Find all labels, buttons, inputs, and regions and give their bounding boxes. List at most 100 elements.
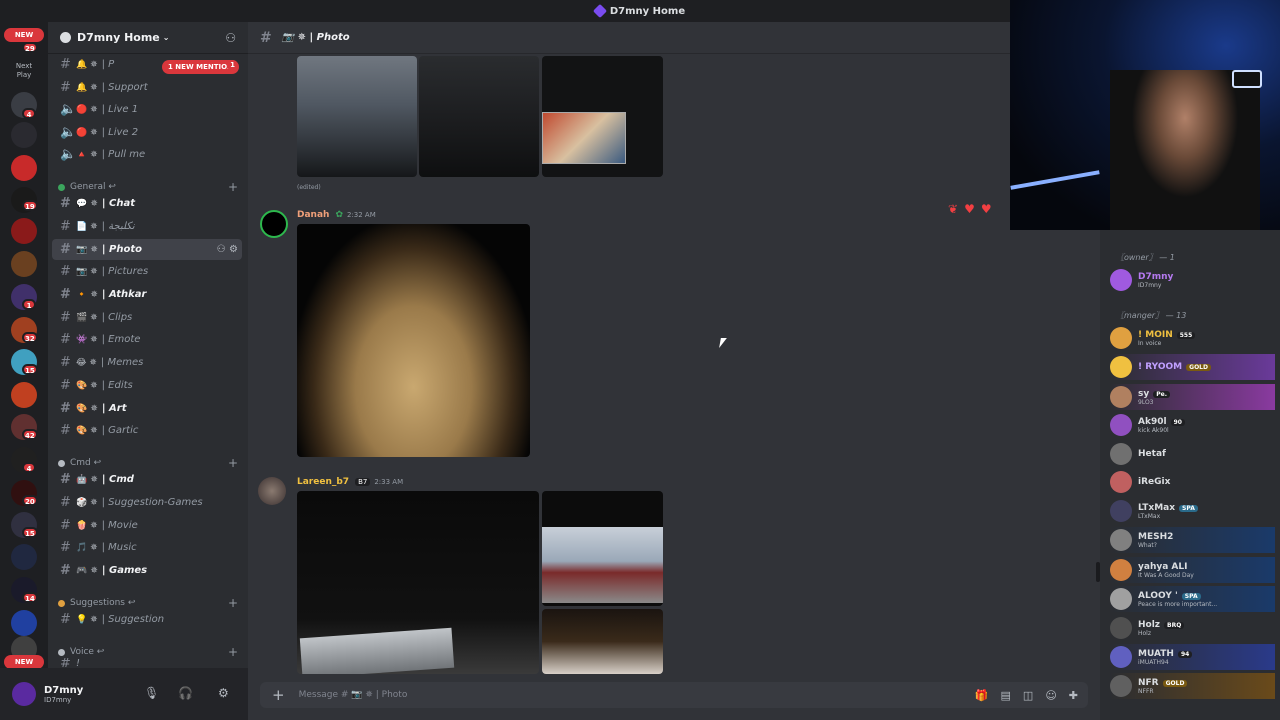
sticker-icon[interactable]: ◫ bbox=[1023, 689, 1033, 702]
add-channel-icon[interactable]: + bbox=[228, 180, 238, 194]
server-icon[interactable] bbox=[11, 382, 37, 408]
avatar[interactable] bbox=[12, 682, 36, 706]
voice-channel-item[interactable]: 🔈 🔺 ✵ | Pull me bbox=[52, 144, 242, 165]
hash-icon: # bbox=[60, 563, 71, 578]
member-status: It Was A Good Day bbox=[1138, 571, 1194, 579]
channel-item-active[interactable]: # 📷 ✵ | Photo ⚇ ⚙ bbox=[52, 239, 242, 260]
channel-item[interactable]: # 😂 ✵ | Memes bbox=[52, 352, 242, 373]
heart-icon[interactable]: ♥ bbox=[964, 202, 975, 216]
printed-photo-image bbox=[299, 627, 455, 674]
category-voice[interactable]: Voice ↩ + bbox=[58, 645, 238, 659]
voice-channel-item[interactable]: 🔈 🔴 ✵ | Live 1 bbox=[52, 99, 242, 120]
channel-item[interactable]: # 🎵 ✵ | Music bbox=[52, 537, 242, 558]
channel-label: | Suggestion-Games bbox=[101, 497, 203, 508]
photo-attachment[interactable] bbox=[542, 56, 663, 177]
channel-label: | Live 1 bbox=[101, 104, 139, 115]
channel-item[interactable]: #! bbox=[52, 658, 242, 668]
member-item[interactable]: MESH2 What? bbox=[1110, 527, 1275, 553]
member-item[interactable]: D7mny ID7mny bbox=[1110, 267, 1275, 293]
channel-item[interactable]: # 🎲 ✵ | Suggestion-Games bbox=[52, 492, 242, 513]
gif-icon[interactable]: ▤ bbox=[1001, 689, 1011, 702]
message-input[interactable]: + Message # 📷 ✵ | Photo 🎁 ▤ ◫ ☺ ✚ bbox=[260, 682, 1088, 708]
member-name: Ak90l bbox=[1138, 416, 1167, 427]
server-badge: 20 bbox=[22, 495, 38, 506]
message-author[interactable]: Lareen_b7 bbox=[297, 477, 349, 487]
voice-channel-item[interactable]: 🔈 🔴 ✵ | Live 2 bbox=[52, 122, 242, 143]
channel-item[interactable]: # 🎮 ✵ | Games bbox=[52, 560, 242, 581]
member-status: Holz bbox=[1138, 629, 1151, 637]
sparkle-heart-icon[interactable]: ❦ bbox=[948, 202, 958, 216]
member-item[interactable]: Holz BRQ Holz bbox=[1110, 615, 1275, 641]
member-item[interactable]: Ak90l 90 kick Ak90l bbox=[1110, 412, 1275, 438]
photo-attachment[interactable] bbox=[542, 491, 663, 606]
channel-emoji: 🎨 ✵ bbox=[76, 425, 98, 436]
server-icon[interactable] bbox=[11, 155, 37, 181]
member-item[interactable]: iReGix bbox=[1110, 469, 1275, 495]
channel-item[interactable]: # 🎬 ✵ | Clips bbox=[52, 307, 242, 328]
channel-item[interactable]: # 🎨 ✵ | Gartic bbox=[52, 420, 242, 441]
microphone-icon[interactable]: 🎙 bbox=[144, 686, 159, 700]
category-suggestions[interactable]: Suggestions ↩ + bbox=[58, 596, 238, 610]
avatar[interactable] bbox=[260, 210, 288, 238]
member-status: LTxMax bbox=[1138, 512, 1161, 520]
channel-item[interactable]: # 🎨 ✵ | Art bbox=[52, 398, 242, 419]
server-header[interactable]: D7mny Home ⌄ ⚇ bbox=[48, 22, 248, 54]
add-channel-icon[interactable]: + bbox=[228, 596, 238, 610]
avatar bbox=[1110, 559, 1132, 581]
server-icon[interactable] bbox=[11, 544, 37, 570]
member-item[interactable]: Hetaf bbox=[1110, 441, 1275, 467]
add-channel-icon[interactable]: + bbox=[228, 645, 238, 659]
next-play-server[interactable]: Next Play bbox=[8, 62, 40, 80]
add-member-icon[interactable]: ⚇ bbox=[225, 31, 236, 45]
channel-settings-icon[interactable]: ⚇ ⚙ bbox=[217, 244, 238, 255]
server-icon[interactable] bbox=[11, 610, 37, 636]
avatar[interactable] bbox=[258, 477, 286, 505]
channel-item[interactable]: # 🍿 ✵ | Movie bbox=[52, 515, 242, 536]
new-pill-bottom[interactable]: NEW bbox=[4, 655, 44, 669]
channel-item[interactable]: # 📄 ✵ | نكلبجة bbox=[52, 216, 242, 237]
headphones-icon[interactable]: 🎧 bbox=[178, 686, 193, 700]
message-author[interactable]: Danah bbox=[297, 210, 329, 220]
gift-icon[interactable]: 🎁 bbox=[975, 689, 989, 702]
member-item[interactable]: yahya ALI It Was A Good Day bbox=[1110, 557, 1275, 583]
photo-attachment[interactable] bbox=[542, 609, 663, 674]
channel-item[interactable]: # 🤖 ✵ | Cmd bbox=[52, 469, 242, 490]
apps-icon[interactable]: ✚ bbox=[1069, 689, 1078, 702]
member-item[interactable]: ALOOY ' SPA Peace is more important... bbox=[1110, 586, 1275, 612]
heart-icon[interactable]: ♥ bbox=[981, 202, 992, 216]
category-general[interactable]: General ↩ + bbox=[58, 180, 238, 194]
channel-item[interactable]: # 🔸 ✵ | Athkar bbox=[52, 284, 242, 305]
member-name: ALOOY ' bbox=[1138, 590, 1178, 601]
photo-attachment[interactable] bbox=[297, 56, 417, 177]
gear-icon[interactable]: ⚙ bbox=[218, 686, 229, 700]
member-item[interactable]: ! MOIN 555 In voice bbox=[1110, 325, 1275, 351]
server-icon[interactable] bbox=[11, 122, 37, 148]
member-item[interactable]: MUATH 94 iMUATH94 bbox=[1110, 644, 1275, 670]
photo-attachment[interactable] bbox=[297, 491, 539, 674]
channel-item[interactable]: # 📷 ✵ | Pictures bbox=[52, 261, 242, 282]
category-cmd[interactable]: Cmd ↩ + bbox=[58, 456, 238, 470]
member-item[interactable]: LTxMax SPA LTxMax bbox=[1110, 498, 1275, 524]
server-rail: NEW 29 Next Play 4 19 1 32 15 42 4 20 15… bbox=[0, 22, 48, 720]
channel-item[interactable]: # 🎨 ✵ | Edits bbox=[52, 375, 242, 396]
channel-item[interactable]: # 💡 ✵ | Suggestion bbox=[52, 609, 242, 630]
channel-item[interactable]: # 💬 ✵ | Chat bbox=[52, 193, 242, 214]
member-item[interactable]: ! RYOOM GOLD bbox=[1110, 354, 1275, 380]
channel-label: | Pull me bbox=[101, 149, 146, 160]
channel-item[interactable]: # 🔔 ✵ | Support bbox=[52, 77, 242, 98]
photo-attachment[interactable] bbox=[297, 224, 530, 457]
add-attachment-icon[interactable]: + bbox=[272, 686, 285, 704]
hash-icon: # bbox=[60, 612, 71, 627]
emoji-icon[interactable]: ☺ bbox=[1045, 689, 1056, 702]
channel-item[interactable]: # 👾 ✵ | Emote bbox=[52, 329, 242, 350]
new-pill-top[interactable]: NEW bbox=[4, 28, 44, 42]
add-channel-icon[interactable]: + bbox=[228, 456, 238, 470]
channel-emoji: 🔔 ✵ bbox=[76, 82, 98, 93]
member-item[interactable]: NFR GOLD NFFR bbox=[1110, 673, 1275, 699]
member-item[interactable]: sy Pe. 9LO3 bbox=[1110, 384, 1275, 410]
server-icon[interactable] bbox=[11, 251, 37, 277]
channel-emoji: 💡 ✵ bbox=[76, 614, 98, 625]
server-icon[interactable] bbox=[11, 218, 37, 244]
hash-icon: # bbox=[60, 310, 71, 325]
photo-attachment[interactable] bbox=[419, 56, 539, 177]
